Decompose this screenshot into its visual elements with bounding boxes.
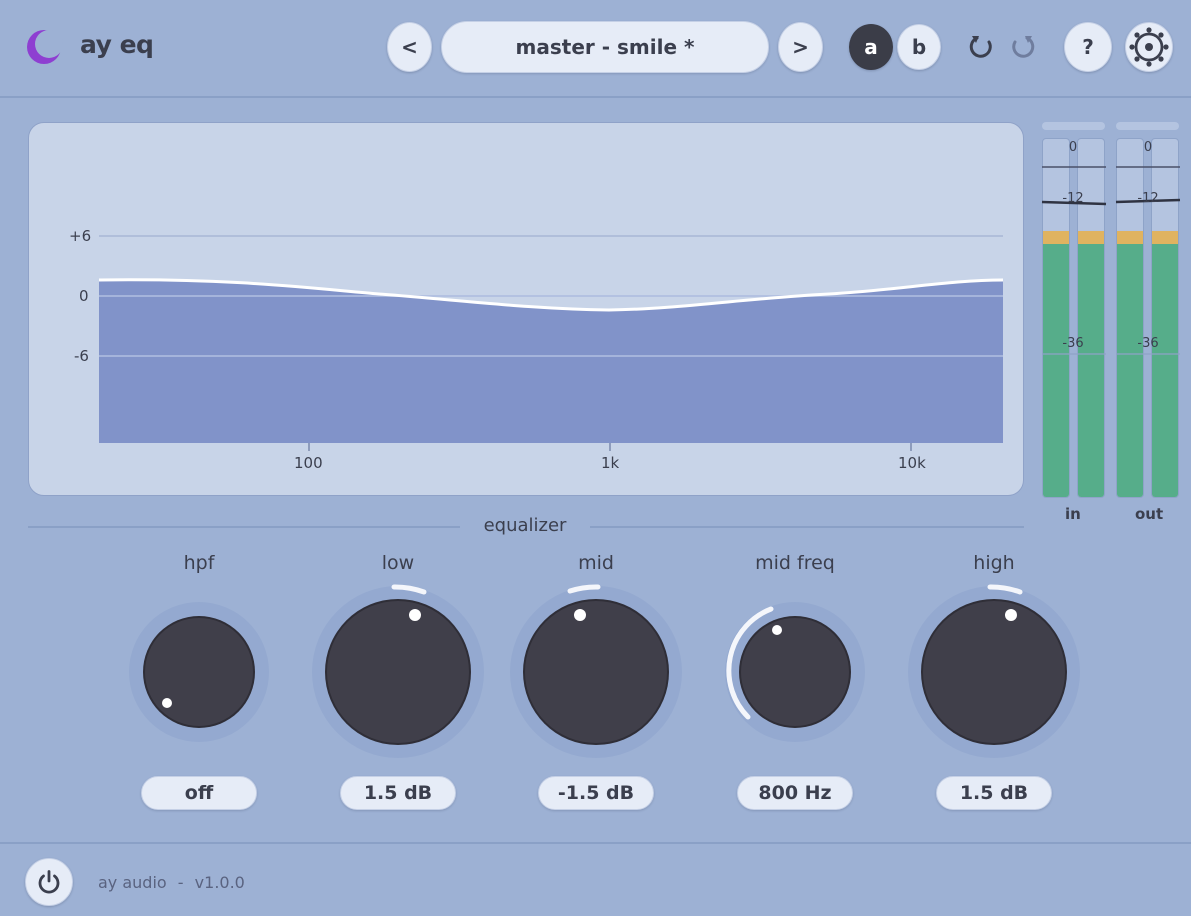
level-meters: 0 0 -12 -12 -36 -36 in out: [1040, 122, 1185, 523]
next-preset-button[interactable]: >: [778, 22, 823, 72]
knob-label-mid: mid: [578, 552, 614, 574]
settings-gear-icon: [1129, 27, 1169, 67]
high-knob[interactable]: [904, 582, 1084, 762]
compare-b-button[interactable]: b: [897, 24, 941, 70]
crescent-logo-icon: [27, 30, 63, 64]
eq-curve-plot: [98, 235, 1004, 451]
meter-out-label: out: [1135, 505, 1164, 523]
meter-in-tick-36: -36: [1062, 336, 1084, 351]
undo-icon[interactable]: [967, 32, 995, 60]
meter-in-label: in: [1065, 505, 1081, 523]
knob-label-high: high: [973, 552, 1015, 574]
mid-freq-value-display[interactable]: 800 Hz: [737, 776, 853, 810]
header: ay eq < master - smile * > a b ?: [0, 0, 1191, 98]
y-tick-minus6: -6: [74, 347, 89, 365]
meter-out-tick-0: 0: [1143, 140, 1153, 155]
version-number: v1.0.0: [194, 873, 245, 892]
help-button[interactable]: ?: [1064, 22, 1112, 72]
knob-label-mid-freq: mid freq: [755, 552, 835, 574]
preset-name-display[interactable]: master - smile *: [441, 21, 769, 73]
compare-a-button[interactable]: a: [849, 24, 893, 70]
version-separator: -: [177, 873, 184, 892]
meter-in-tick-12: -12: [1062, 191, 1084, 206]
vendor-name: ay audio: [98, 873, 167, 892]
high-value-display[interactable]: 1.5 dB: [936, 776, 1052, 810]
section-divider-left: [28, 526, 460, 528]
low-knob-indicator: [409, 609, 421, 621]
eq-response-graph[interactable]: +6 0 -6 100 1k 10k: [28, 122, 1024, 496]
x-tick-10k: 10k: [898, 454, 926, 472]
y-tick-plus6: +6: [69, 227, 92, 245]
section-title: equalizer: [483, 515, 567, 536]
high-knob-indicator: [1005, 609, 1017, 621]
meter-out-tick-36: -36: [1137, 336, 1159, 351]
footer-version-text: ay audio - v1.0.0: [98, 873, 245, 892]
power-button[interactable]: [25, 858, 73, 906]
x-tick-100: 100: [294, 454, 323, 472]
prev-preset-button[interactable]: <: [387, 22, 432, 72]
meter-out-tick-12: -12: [1137, 191, 1159, 206]
meter-scale-lines: [1041, 166, 1181, 355]
meter-in-tick-0: 0: [1068, 140, 1078, 155]
y-tick-zero: 0: [79, 287, 89, 305]
hpf-knob[interactable]: [109, 582, 289, 762]
hpf-value-display[interactable]: off: [141, 776, 257, 810]
eq-response-fill: [99, 279, 1003, 443]
low-value-display[interactable]: 1.5 dB: [340, 776, 456, 810]
power-icon: [38, 870, 60, 894]
knob-label-low: low: [381, 552, 415, 574]
redo-icon[interactable]: [1009, 32, 1037, 60]
knob-label-hpf: hpf: [183, 552, 215, 574]
section-divider-right: [590, 526, 1024, 528]
mid-knob[interactable]: [506, 582, 686, 762]
settings-button[interactable]: [1125, 22, 1173, 72]
mid-knob-indicator: [574, 609, 586, 621]
app-title: ay eq: [80, 30, 154, 59]
low-knob[interactable]: [308, 582, 488, 762]
hpf-knob-indicator: [162, 698, 172, 708]
x-tick-1k: 1k: [601, 454, 620, 472]
mid-freq-knob[interactable]: [705, 582, 885, 762]
mid-value-display[interactable]: -1.5 dB: [538, 776, 654, 810]
mid-freq-knob-indicator: [772, 625, 782, 635]
